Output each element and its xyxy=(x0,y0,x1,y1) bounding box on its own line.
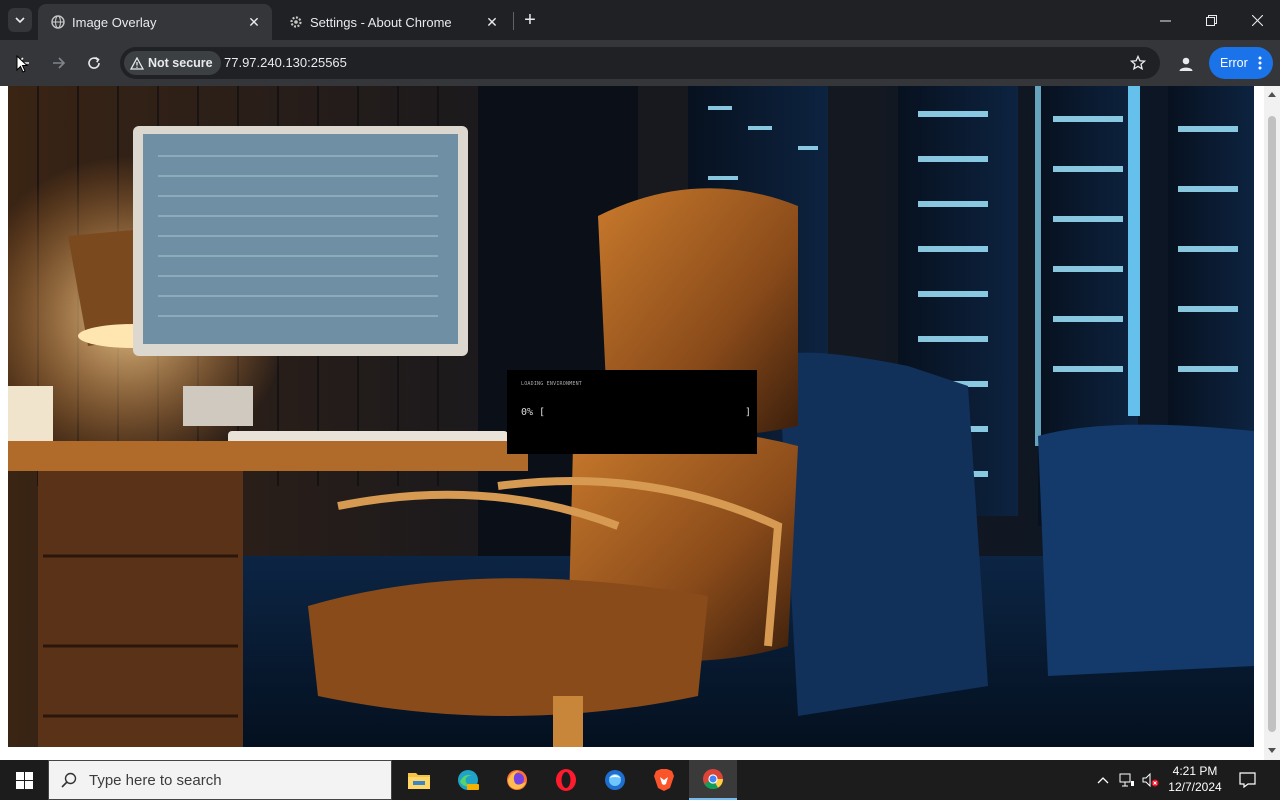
url-text[interactable]: 77.97.240.130:25565 xyxy=(224,55,347,70)
firefox-app[interactable] xyxy=(493,760,541,800)
progress-bracket-end: ] xyxy=(744,407,751,418)
tab-search-button[interactable] xyxy=(8,8,32,32)
reload-button[interactable] xyxy=(79,48,109,78)
mouse-cursor-icon xyxy=(16,55,28,73)
start-button[interactable] xyxy=(0,760,48,800)
edge-canary-app[interactable] xyxy=(444,760,492,800)
clock-date: 12/7/2024 xyxy=(1168,780,1222,794)
network-icon xyxy=(1119,773,1134,787)
clock-time: 4:21 PM xyxy=(1172,764,1218,778)
notification-icon xyxy=(1238,772,1256,788)
speaker-muted-icon xyxy=(1142,773,1159,787)
person-icon xyxy=(1179,57,1193,71)
chevron-up-icon xyxy=(1097,777,1109,784)
tab-title: Settings - About Chrome xyxy=(310,14,452,30)
edge-icon xyxy=(458,770,479,790)
scroll-down-icon[interactable] xyxy=(1268,748,1276,753)
windows-logo-icon xyxy=(15,771,33,789)
restore-icon xyxy=(1205,14,1217,26)
chrome-icon xyxy=(703,769,724,790)
brave-app[interactable] xyxy=(640,760,688,800)
bookmark-star-icon[interactable] xyxy=(1128,53,1148,73)
brave-lion-icon xyxy=(654,769,674,791)
tab-strip: Image Overlay ✕ Settings - About Chrome … xyxy=(0,0,1280,40)
file-explorer-app[interactable] xyxy=(395,760,443,800)
address-bar[interactable]: Not secure 77.97.240.130:25565 xyxy=(120,47,1160,79)
folder-icon xyxy=(408,773,430,789)
tab-settings-about-chrome[interactable]: Settings - About Chrome ✕ xyxy=(276,4,510,40)
close-tab-icon[interactable]: ✕ xyxy=(246,14,262,30)
windows-taskbar: Type here to search 4:21 PM 12/7/2024 xyxy=(0,760,1280,800)
error-button[interactable]: Error xyxy=(1209,47,1273,79)
waterfox-app[interactable] xyxy=(591,760,639,800)
security-chip[interactable]: Not secure xyxy=(124,51,221,75)
waterfox-icon xyxy=(605,770,625,790)
browser-toolbar: Not secure 77.97.240.130:25565 Error xyxy=(0,40,1280,86)
show-hidden-icons-button[interactable] xyxy=(1094,760,1112,800)
vertical-scrollbar[interactable] xyxy=(1264,86,1280,760)
tab-title: Image Overlay xyxy=(72,14,157,30)
overlay-caption: LOADING ENVIRONMENT xyxy=(521,381,582,387)
taskbar-clock[interactable]: 4:21 PM 12/7/2024 xyxy=(1162,763,1228,795)
forward-button[interactable] xyxy=(44,48,74,78)
opera-icon xyxy=(556,769,576,791)
forward-arrow-icon xyxy=(53,57,66,69)
globe-icon xyxy=(50,14,66,30)
restore-button[interactable] xyxy=(1188,0,1234,40)
security-label: Not secure xyxy=(148,56,213,70)
warning-icon xyxy=(130,56,144,70)
search-placeholder: Type here to search xyxy=(89,771,222,789)
volume-button[interactable] xyxy=(1140,760,1162,800)
progress-text: 0% [ xyxy=(521,407,546,418)
close-window-button[interactable] xyxy=(1234,0,1280,40)
chrome-app[interactable] xyxy=(689,760,737,800)
tab-image-overlay[interactable]: Image Overlay ✕ xyxy=(38,4,272,40)
opera-app[interactable] xyxy=(542,760,590,800)
minimize-button[interactable] xyxy=(1142,0,1188,40)
page-content: LOADING ENVIRONMENT 0% [ ] xyxy=(0,86,1264,760)
close-icon xyxy=(1251,14,1263,26)
taskbar-search-box[interactable]: Type here to search xyxy=(48,760,392,800)
loading-overlay-panel: LOADING ENVIRONMENT 0% [ ] xyxy=(507,370,757,454)
close-tab-icon[interactable]: ✕ xyxy=(484,14,500,30)
error-label: Error xyxy=(1220,56,1248,70)
profile-button[interactable] xyxy=(1172,50,1200,78)
minimize-icon xyxy=(1159,20,1171,21)
new-tab-button[interactable]: + xyxy=(520,10,540,30)
search-icon xyxy=(61,772,77,788)
scroll-up-icon[interactable] xyxy=(1268,92,1276,97)
chevron-down-icon xyxy=(15,17,25,24)
scroll-thumb[interactable] xyxy=(1268,116,1276,732)
more-vert-icon xyxy=(1258,56,1262,70)
firefox-icon xyxy=(507,770,527,790)
reload-icon xyxy=(88,56,100,69)
notifications-button[interactable] xyxy=(1232,760,1262,800)
network-button[interactable] xyxy=(1116,760,1138,800)
gear-icon xyxy=(288,14,304,30)
tab-separator xyxy=(513,12,514,30)
